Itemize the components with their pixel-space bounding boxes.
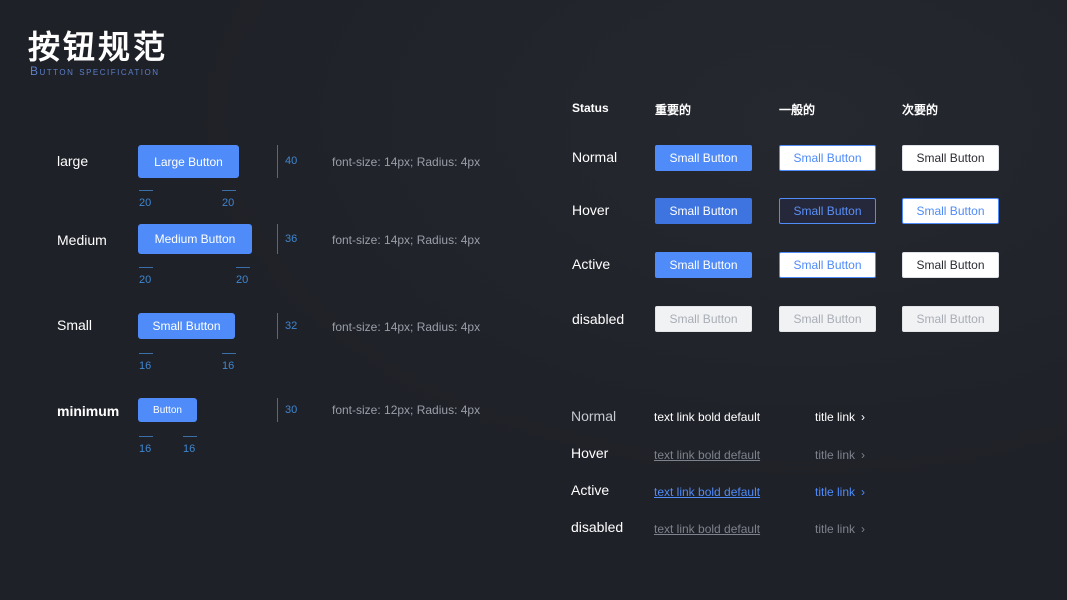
page-title: 按钮规范	[28, 28, 169, 66]
text-link-disabled: text link bold default	[654, 522, 761, 536]
text-link-hover[interactable]: text link bold default	[654, 448, 760, 462]
chevron-right-icon: ›	[861, 410, 866, 424]
link-label-normal: Normal	[571, 408, 617, 424]
title-link-label: title link	[815, 410, 856, 424]
spec-text: font-size: 14px; Radius: 4px	[332, 233, 481, 247]
primary-button-active[interactable]: Small Button	[655, 252, 752, 278]
medium-button[interactable]: Medium Button	[138, 224, 252, 254]
size-label-small: Small	[57, 317, 93, 333]
column-header-secondary: 次要的	[902, 103, 939, 117]
secondary-button-disabled[interactable]: Small Button	[902, 306, 999, 332]
secondary-button-active[interactable]: Small Button	[902, 252, 999, 278]
height-value: 40	[285, 155, 298, 167]
status-label-active: Active	[572, 256, 611, 272]
padding-marker	[139, 190, 153, 191]
padding-marker	[183, 436, 197, 437]
secondary-button-hover[interactable]: Small Button	[902, 198, 999, 224]
title-link-label: title link	[815, 522, 856, 536]
title-link-label: title link	[815, 448, 856, 462]
spec-text: font-size: 14px; Radius: 4px	[332, 320, 481, 334]
padding-right-value: 20	[236, 274, 249, 286]
general-button-active[interactable]: Small Button	[779, 252, 876, 278]
padding-marker	[222, 353, 236, 354]
column-header-general: 一般的	[779, 103, 816, 117]
padding-marker	[139, 267, 153, 268]
padding-marker	[139, 436, 153, 437]
link-label-active: Active	[571, 482, 610, 498]
column-header-primary: 重要的	[655, 103, 692, 117]
padding-right-value: 20	[222, 197, 235, 209]
spec-text: font-size: 12px; Radius: 4px	[332, 403, 481, 417]
link-label-disabled: disabled	[571, 519, 624, 535]
general-button-disabled[interactable]: Small Button	[779, 306, 876, 332]
height-marker	[277, 313, 278, 339]
padding-left-value: 16	[139, 443, 152, 455]
title-link-hover[interactable]: title link ›	[815, 448, 865, 462]
height-marker	[277, 398, 278, 422]
page-subtitle: Button specification	[30, 64, 160, 78]
text-link-active[interactable]: text link bold default	[654, 485, 760, 499]
size-label-minimum: minimum	[57, 403, 120, 419]
large-button[interactable]: Large Button	[138, 145, 239, 178]
primary-button-normal[interactable]: Small Button	[655, 145, 752, 171]
secondary-button-normal[interactable]: Small Button	[902, 145, 999, 171]
padding-right-value: 16	[222, 360, 235, 372]
title-link-active[interactable]: title link ›	[815, 485, 865, 499]
height-value: 32	[285, 320, 298, 332]
height-value: 36	[285, 233, 298, 245]
padding-right-value: 16	[183, 443, 196, 455]
link-label-hover: Hover	[571, 445, 609, 461]
primary-button-hover[interactable]: Small Button	[655, 198, 752, 224]
padding-marker	[222, 190, 236, 191]
general-button-hover[interactable]: Small Button	[779, 198, 876, 224]
status-label-normal: Normal	[572, 149, 618, 165]
padding-left-value: 16	[139, 360, 152, 372]
primary-button-disabled[interactable]: Small Button	[655, 306, 752, 332]
chevron-right-icon: ›	[861, 522, 866, 536]
general-button-normal[interactable]: Small Button	[779, 145, 876, 171]
padding-left-value: 20	[139, 197, 152, 209]
title-link-disabled: title link ›	[815, 522, 865, 536]
status-label-disabled: disabled	[572, 311, 625, 327]
padding-marker	[139, 353, 153, 354]
spec-text: font-size: 14px; Radius: 4px	[332, 155, 481, 169]
height-marker	[277, 224, 278, 254]
size-label-large: large	[57, 153, 89, 169]
text-link-normal[interactable]: text link bold default	[654, 410, 760, 424]
status-label-hover: Hover	[572, 202, 610, 218]
padding-marker	[236, 267, 250, 268]
title-link-normal[interactable]: title link ›	[815, 410, 865, 424]
padding-left-value: 20	[139, 274, 152, 286]
small-button[interactable]: Small Button	[138, 313, 235, 339]
chevron-right-icon: ›	[861, 448, 866, 462]
column-header-status: Status	[572, 101, 609, 115]
height-value: 30	[285, 404, 298, 416]
title-link-label: title link	[815, 485, 856, 499]
minimum-button[interactable]: Button	[138, 398, 197, 422]
size-label-medium: Medium	[57, 232, 107, 248]
chevron-right-icon: ›	[861, 485, 866, 499]
height-marker	[277, 145, 278, 178]
